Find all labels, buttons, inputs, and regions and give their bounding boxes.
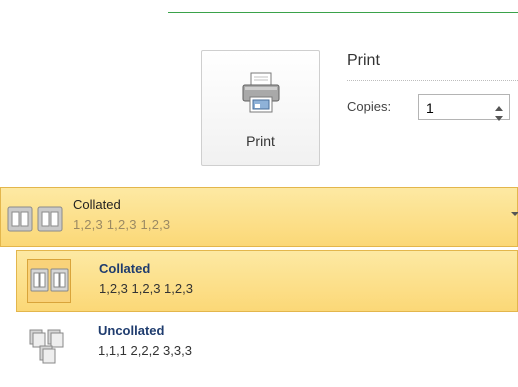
print-section-title: Print (347, 52, 380, 69)
collation-dropdown[interactable]: Collated 1,2,3 1,2,3 1,2,3 (0, 187, 518, 247)
collation-selected-detail: 1,2,3 1,2,3 1,2,3 (73, 217, 171, 232)
backstage-divider-line (168, 12, 518, 13)
collation-options-list: Collated 1,2,3 1,2,3 1,2,3 Uncollated 1,… (0, 248, 518, 385)
print-button[interactable]: Print (201, 50, 320, 166)
print-button-label: Print (246, 133, 275, 149)
copies-label: Copies: (347, 99, 392, 114)
option-uncollated-title: Uncollated (98, 323, 165, 338)
option-collated-detail: 1,2,3 1,2,3 1,2,3 (99, 281, 193, 296)
collated-pages-icon (5, 202, 67, 241)
copies-value[interactable]: 1 (426, 100, 434, 116)
collated-icon-frame (27, 259, 71, 303)
option-collated[interactable]: Collated 1,2,3 1,2,3 1,2,3 (16, 250, 518, 312)
chevron-down-icon[interactable] (511, 212, 518, 216)
collated-pages-icon (30, 266, 70, 301)
section-separator (347, 80, 518, 81)
option-uncollated[interactable]: Uncollated 1,1,1 2,2,2 3,3,3 (16, 314, 518, 381)
uncollated-pages-icon (28, 328, 68, 369)
uncollated-icon-frame (26, 322, 70, 366)
option-uncollated-detail: 1,1,1 2,2,2 3,3,3 (98, 343, 192, 358)
copies-stepper[interactable]: 1 (418, 94, 510, 121)
printer-icon (241, 71, 281, 120)
collation-selected-title: Collated (73, 197, 121, 212)
spin-down-icon[interactable] (494, 109, 504, 127)
option-collated-title: Collated (99, 261, 151, 276)
